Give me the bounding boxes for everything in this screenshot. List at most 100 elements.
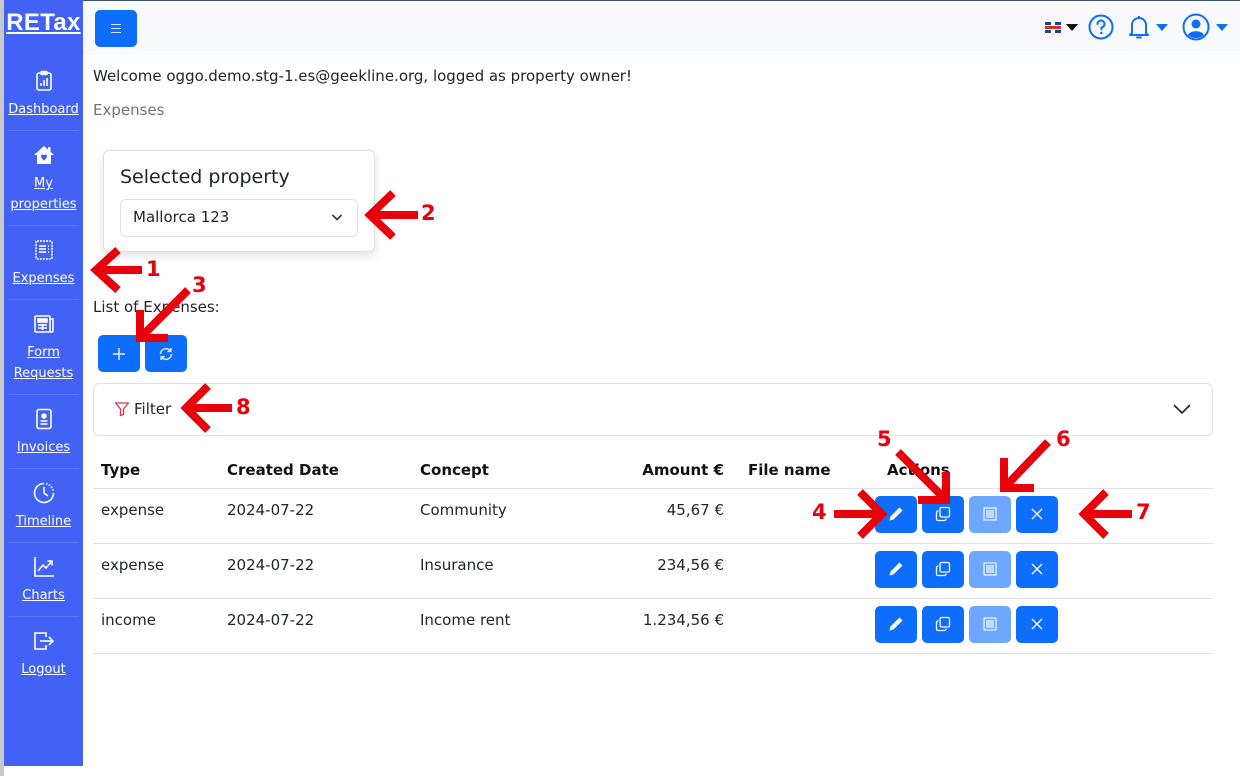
cell-type: expense <box>93 543 219 599</box>
delete-button[interactable] <box>1016 605 1058 643</box>
add-expense-button[interactable] <box>98 335 140 372</box>
plus-icon <box>113 347 125 360</box>
edit-button[interactable] <box>875 495 917 533</box>
sidebar-item-timeline[interactable]: Timeline <box>8 469 79 543</box>
column-header-actions: Actions <box>879 452 1213 489</box>
sidebar-label: Charts <box>22 588 65 603</box>
sidebar-item-expenses[interactable]: Expenses <box>8 226 79 300</box>
sidebar-item-invoices[interactable]: Invoices <box>8 395 79 469</box>
document-text-icon <box>983 562 997 576</box>
bell-icon <box>1129 16 1149 39</box>
language-dropdown[interactable] <box>1045 21 1078 33</box>
sidebar-label: Timeline <box>15 514 72 529</box>
column-header-concept[interactable]: Concept <box>412 452 572 489</box>
edit-button[interactable] <box>875 550 917 588</box>
cell-created-date: 2024-07-22 <box>219 488 412 544</box>
sidebar-label: My properties <box>10 176 77 212</box>
selected-property-card: Selected property Mallorca 123 <box>103 150 375 252</box>
cell-concept: Community <box>412 488 572 544</box>
annotation-number-5: 5 <box>877 427 892 451</box>
cell-type: income <box>93 598 219 654</box>
filter-toggle[interactable]: Filter <box>114 400 171 418</box>
clock-history-icon <box>33 482 54 504</box>
sidebar-item-logout[interactable]: Logout <box>8 617 79 690</box>
column-header-amount[interactable]: Amount € <box>572 452 732 489</box>
copy-icon <box>935 616 951 632</box>
caret-down-icon <box>1066 23 1078 31</box>
cell-actions <box>875 598 1213 654</box>
expenses-table: Type Created Date Concept Amount € File … <box>93 452 1213 654</box>
refresh-button[interactable] <box>145 335 187 372</box>
duplicate-button[interactable] <box>922 495 964 533</box>
cell-type: expense <box>93 488 219 544</box>
property-select[interactable]: Mallorca 123 <box>120 199 358 237</box>
edit-button[interactable] <box>875 605 917 643</box>
uk-flag-icon <box>1045 21 1061 33</box>
filter-label: Filter <box>134 400 172 418</box>
sidebar-label: Expenses <box>12 271 75 286</box>
cell-created-date: 2024-07-22 <box>219 598 412 654</box>
menu-toggle-button[interactable] <box>95 10 137 47</box>
notifications-dropdown[interactable] <box>1128 14 1168 40</box>
view-document-button[interactable] <box>969 495 1011 533</box>
user-dropdown[interactable] <box>1182 13 1228 41</box>
cell-concept: Income rent <box>412 598 572 654</box>
sidebar-item-my-properties[interactable]: My properties <box>8 131 79 226</box>
annotation-number-3: 3 <box>192 273 207 297</box>
cell-actions <box>875 488 1213 544</box>
annotation-arrow-2 <box>364 190 418 240</box>
newspaper-icon <box>33 315 54 333</box>
sidebar-label: Invoices <box>16 440 71 455</box>
cell-actions <box>875 543 1213 599</box>
sidebar-label: Form Requests <box>13 345 74 381</box>
annotation-number-4: 4 <box>812 500 827 524</box>
annotation-number-6: 6 <box>1056 427 1071 451</box>
filter-accordion[interactable]: Filter <box>93 383 1213 436</box>
pencil-icon <box>889 507 903 521</box>
sidebar-item-charts[interactable]: Charts <box>8 543 79 617</box>
caret-down-icon <box>1156 23 1168 31</box>
refresh-icon <box>159 347 173 360</box>
cell-amount: 1.234,56 € <box>572 598 732 654</box>
annotation-number-2: 2 <box>421 201 436 225</box>
top-right-controls <box>1045 13 1228 41</box>
funnel-icon <box>114 402 130 417</box>
cell-amount: 234,56 € <box>572 543 732 599</box>
help-button[interactable] <box>1088 14 1114 40</box>
copy-icon <box>935 506 951 522</box>
column-header-type[interactable]: Type <box>93 452 219 489</box>
close-icon <box>1031 618 1043 630</box>
chevron-down-icon[interactable] <box>1172 402 1192 416</box>
cell-created-date: 2024-07-22 <box>219 543 412 599</box>
document-text-icon <box>983 617 997 631</box>
sidebar-item-dashboard[interactable]: Dashboard <box>8 55 79 131</box>
caret-down-icon <box>1216 23 1228 31</box>
sidebar: RETax Dashboard My properties Expenses F… <box>4 0 83 766</box>
list-heading: List of Expenses: <box>93 298 220 316</box>
annotation-arrow-1 <box>90 247 142 293</box>
column-header-created-date[interactable]: Created Date <box>219 452 412 489</box>
view-document-button[interactable] <box>969 605 1011 643</box>
column-header-file-name[interactable]: File name <box>732 452 879 489</box>
pencil-icon <box>889 562 903 576</box>
delete-button[interactable] <box>1016 550 1058 588</box>
sidebar-label: Dashboard <box>8 102 79 117</box>
table-header-row: Type Created Date Concept Amount € File … <box>93 452 1213 489</box>
duplicate-button[interactable] <box>922 605 964 643</box>
chevron-down-icon <box>331 214 343 221</box>
sidebar-item-form-requests[interactable]: Form Requests <box>8 300 79 395</box>
duplicate-button[interactable] <box>922 550 964 588</box>
view-document-button[interactable] <box>969 550 1011 588</box>
breadcrumb: Expenses <box>93 101 165 119</box>
card-title: Selected property <box>120 166 290 188</box>
cell-file-name <box>732 488 879 544</box>
cell-concept: Insurance <box>412 543 572 599</box>
delete-button[interactable] <box>1016 495 1058 533</box>
table-row: income 2024-07-22 Income rent 1.234,56 € <box>93 598 1213 654</box>
question-circle-icon <box>1088 14 1114 40</box>
receipt-icon <box>34 240 53 260</box>
person-badge-icon <box>35 408 52 430</box>
sidebar-label: Logout <box>21 662 66 677</box>
close-icon <box>1031 508 1043 520</box>
brand-logo[interactable]: RETax <box>4 0 83 55</box>
